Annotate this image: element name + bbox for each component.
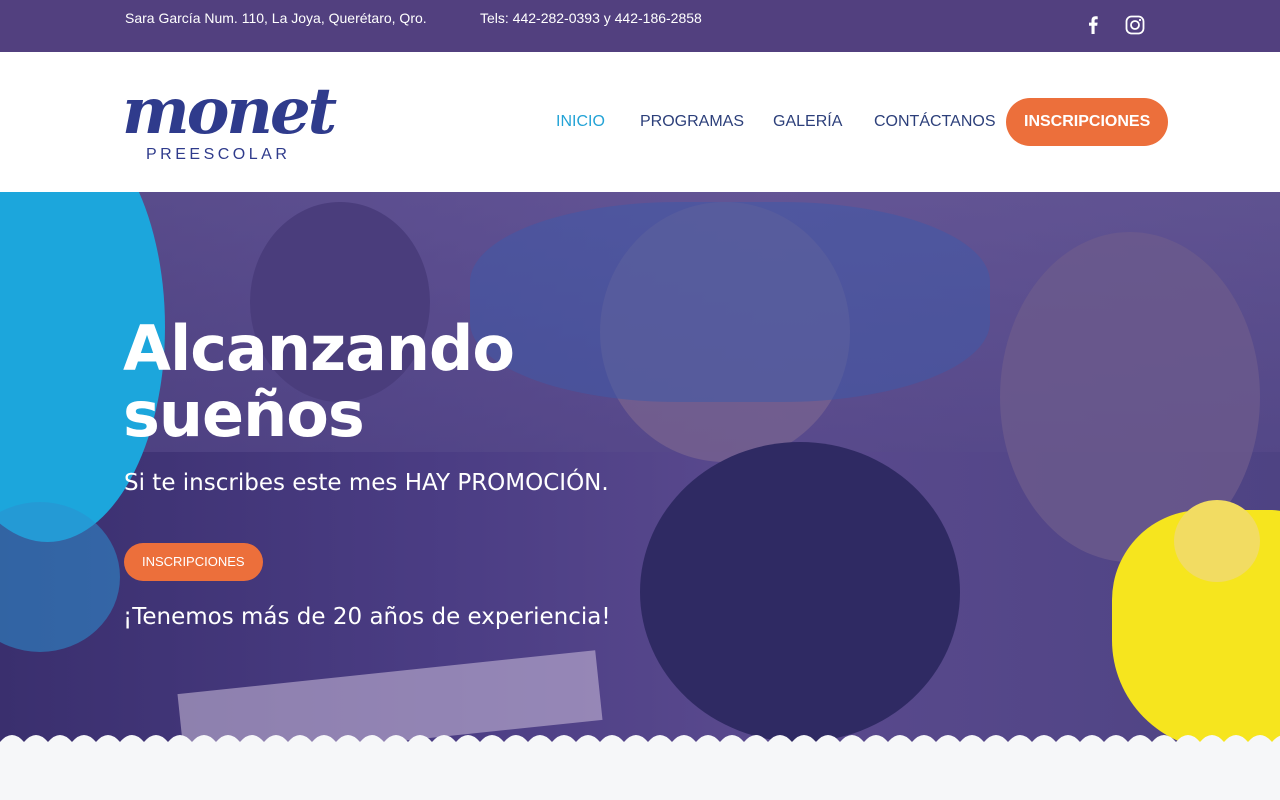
hero-subtitle: Si te inscribes este mes HAY PROMOCIÓN.	[124, 470, 609, 496]
decorative-yellow-circle	[1174, 500, 1260, 582]
nav-item-contactanos[interactable]: CONTÁCTANOS	[874, 98, 995, 146]
social-links	[1082, 14, 1146, 36]
inscripciones-nav-button[interactable]: INSCRIPCIONES	[1006, 98, 1169, 146]
site-header: monet PREESCOLAR INICIO PROGRAMAS GALERÍ…	[0, 52, 1280, 192]
nav-item-inicio[interactable]: INICIO	[556, 98, 605, 146]
facebook-icon[interactable]	[1082, 14, 1104, 36]
nav-item-galeria[interactable]: GALERÍA	[773, 98, 842, 146]
experience-text: ¡Tenemos más de 20 años de experiencia!	[123, 604, 611, 630]
address-text: Sara García Num. 110, La Joya, Querétaro…	[125, 10, 427, 26]
phone-numbers-text: Tels: 442-282-0393 y 442-186-2858	[480, 10, 702, 26]
top-info-bar: Sara García Num. 110, La Joya, Querétaro…	[0, 0, 1280, 52]
logo-subtitle: PREESCOLAR	[146, 146, 291, 163]
wave-divider	[0, 735, 1280, 752]
nav-item-programas[interactable]: PROGRAMAS	[640, 98, 744, 146]
hero-title: Alcanzando sueños	[123, 312, 515, 451]
logo-wordmark: monet	[122, 74, 337, 149]
photo-figure	[640, 442, 960, 742]
inscripciones-hero-button[interactable]: INSCRIPCIONES	[124, 543, 263, 581]
decorative-blue-blob-small	[0, 502, 120, 652]
page-bottom-area	[0, 752, 1280, 800]
hero-section	[0, 192, 1280, 744]
logo[interactable]: monet PREESCOLAR	[122, 74, 337, 166]
instagram-icon[interactable]	[1124, 14, 1146, 36]
